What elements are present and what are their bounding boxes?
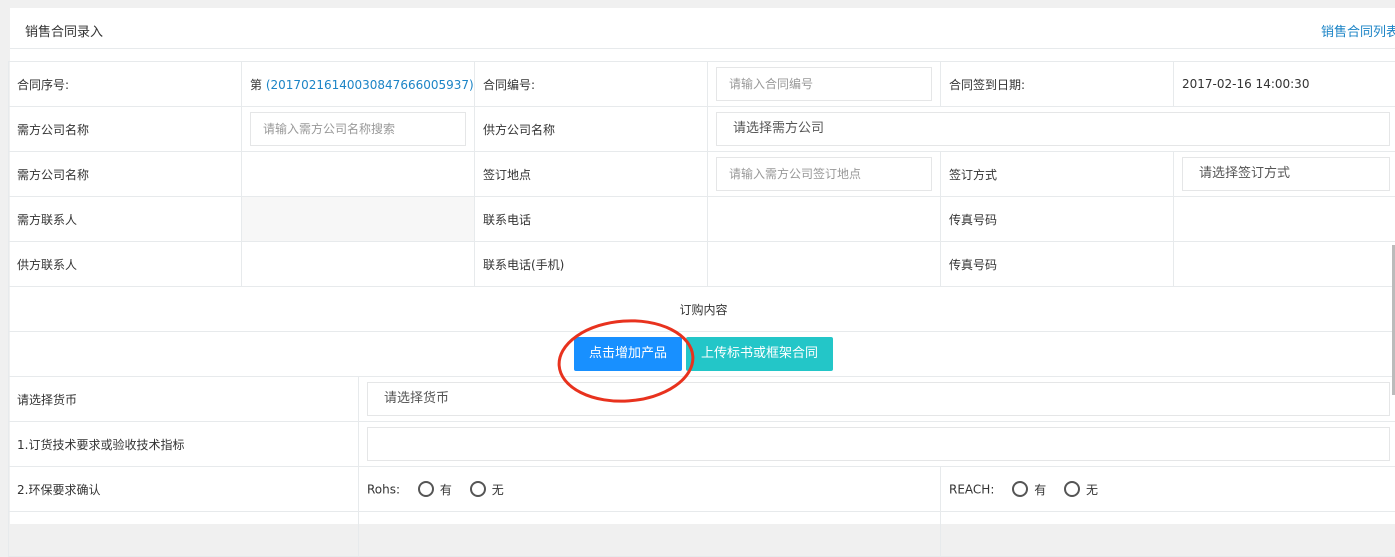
- reach-no-label: 无: [1086, 483, 1098, 497]
- buyer-contact-label: 需方联系人: [9, 197, 242, 242]
- tech-requirements-label: 1.订货技术要求或验收技术指标: [9, 422, 359, 467]
- seller-contact-label: 供方联系人: [9, 242, 242, 287]
- reach-label: REACH:: [949, 482, 994, 496]
- tech-requirements-cell: [359, 422, 1395, 467]
- form-row-buyer-contact: 需方联系人 联系电话 传真号码: [9, 197, 1395, 242]
- form-row-location: 需方公司名称 签订地点 签订方式 请选择签订方式: [9, 152, 1395, 197]
- seller-contact-value: [242, 242, 475, 287]
- form-row-order-content: 订购内容: [9, 287, 1395, 332]
- rohs-yes-radio[interactable]: [418, 481, 434, 497]
- reach-no-radio[interactable]: [1064, 481, 1080, 497]
- contract-seq-prefix: 第: [250, 78, 262, 92]
- form-row-actions: 点击增加产品上传标书或框架合同: [9, 332, 1395, 377]
- panel-header: 销售合同录入 销售合同列表: [10, 8, 1395, 49]
- currency-label: 请选择货币: [9, 377, 359, 422]
- sign-method-label: 签订方式: [941, 152, 1174, 197]
- buyer-company-name-value: [242, 152, 475, 197]
- seller-fax-value: [1174, 242, 1395, 287]
- sign-method-select[interactable]: 请选择签订方式: [1182, 157, 1390, 191]
- form-row-environment: 2.环保要求确认 Rohs: 有 无 REACH: 有 无: [9, 467, 1395, 512]
- contract-seq-cell: 第 (20170216140030847666005937) 号: [242, 62, 475, 107]
- rohs-no-radio[interactable]: [470, 481, 486, 497]
- rohs-no-label: 无: [492, 483, 504, 497]
- buyer-company-label: 需方公司名称: [9, 107, 242, 152]
- buyer-company-cell: [242, 107, 475, 152]
- trailing-label: [9, 512, 359, 557]
- buyer-contact-value: [242, 197, 475, 242]
- buyer-fax-value: [1174, 197, 1395, 242]
- contract-no-input[interactable]: [716, 67, 932, 101]
- phone-value: [708, 197, 941, 242]
- trailing-cell-a: [359, 512, 941, 557]
- rohs-label: Rohs:: [367, 482, 400, 496]
- contract-seq-label: 合同序号:: [9, 62, 242, 107]
- reach-cell: REACH: 有 无: [941, 467, 1395, 512]
- form-row-currency: 请选择货币 请选择货币: [9, 377, 1395, 422]
- upload-contract-button[interactable]: 上传标书或框架合同: [686, 337, 833, 371]
- contract-no-cell: [708, 62, 941, 107]
- buyer-company-name-label: 需方公司名称: [9, 152, 242, 197]
- contract-no-label: 合同编号:: [475, 62, 708, 107]
- rohs-cell: Rohs: 有 无: [359, 467, 941, 512]
- tech-requirements-input[interactable]: [367, 427, 1390, 461]
- reach-yes-radio[interactable]: [1012, 481, 1028, 497]
- sign-location-input[interactable]: [716, 157, 932, 191]
- seller-company-label: 供方公司名称: [475, 107, 708, 152]
- add-product-button[interactable]: 点击增加产品: [574, 337, 682, 371]
- mobile-value: [708, 242, 941, 287]
- form-row-tech: 1.订货技术要求或验收技术指标: [9, 422, 1395, 467]
- sign-location-cell: [708, 152, 941, 197]
- form-row-sequence: 合同序号: 第 (20170216140030847666005937) 号 合…: [9, 62, 1395, 107]
- seller-company-select[interactable]: 请选择需方公司: [716, 112, 1390, 146]
- form-row-companies: 需方公司名称 供方公司名称 请选择需方公司: [9, 107, 1395, 152]
- order-content-heading: 订购内容: [9, 287, 1395, 332]
- page-title: 销售合同录入: [25, 21, 103, 40]
- currency-select[interactable]: 请选择货币: [367, 382, 1390, 416]
- currency-cell: 请选择货币: [359, 377, 1395, 422]
- seller-fax-label: 传真号码: [941, 242, 1174, 287]
- buyer-company-search-input[interactable]: [250, 112, 466, 146]
- sign-date-label: 合同签到日期:: [941, 62, 1174, 107]
- mobile-label: 联系电话(手机): [475, 242, 708, 287]
- sign-method-cell: 请选择签订方式: [1174, 152, 1395, 197]
- trailing-cell-b: [941, 512, 1395, 557]
- contract-form-table: 合同序号: 第 (20170216140030847666005937) 号 合…: [8, 61, 1395, 557]
- seller-company-cell: 请选择需方公司: [708, 107, 1395, 152]
- form-row-trailing: [9, 512, 1395, 557]
- buyer-fax-label: 传真号码: [941, 197, 1174, 242]
- phone-label: 联系电话: [475, 197, 708, 242]
- reach-yes-label: 有: [1034, 483, 1046, 497]
- action-buttons-cell: 点击增加产品上传标书或框架合同: [9, 332, 1395, 377]
- sign-location-label: 签订地点: [475, 152, 708, 197]
- contract-seq-value: (20170216140030847666005937): [266, 78, 474, 92]
- env-requirements-label: 2.环保要求确认: [9, 467, 359, 512]
- sign-date-value[interactable]: 2017-02-16 14:00:30: [1174, 62, 1395, 107]
- rohs-yes-label: 有: [440, 483, 452, 497]
- contract-list-link[interactable]: 销售合同列表: [1321, 21, 1395, 40]
- form-row-seller-contact: 供方联系人 联系电话(手机) 传真号码: [9, 242, 1395, 287]
